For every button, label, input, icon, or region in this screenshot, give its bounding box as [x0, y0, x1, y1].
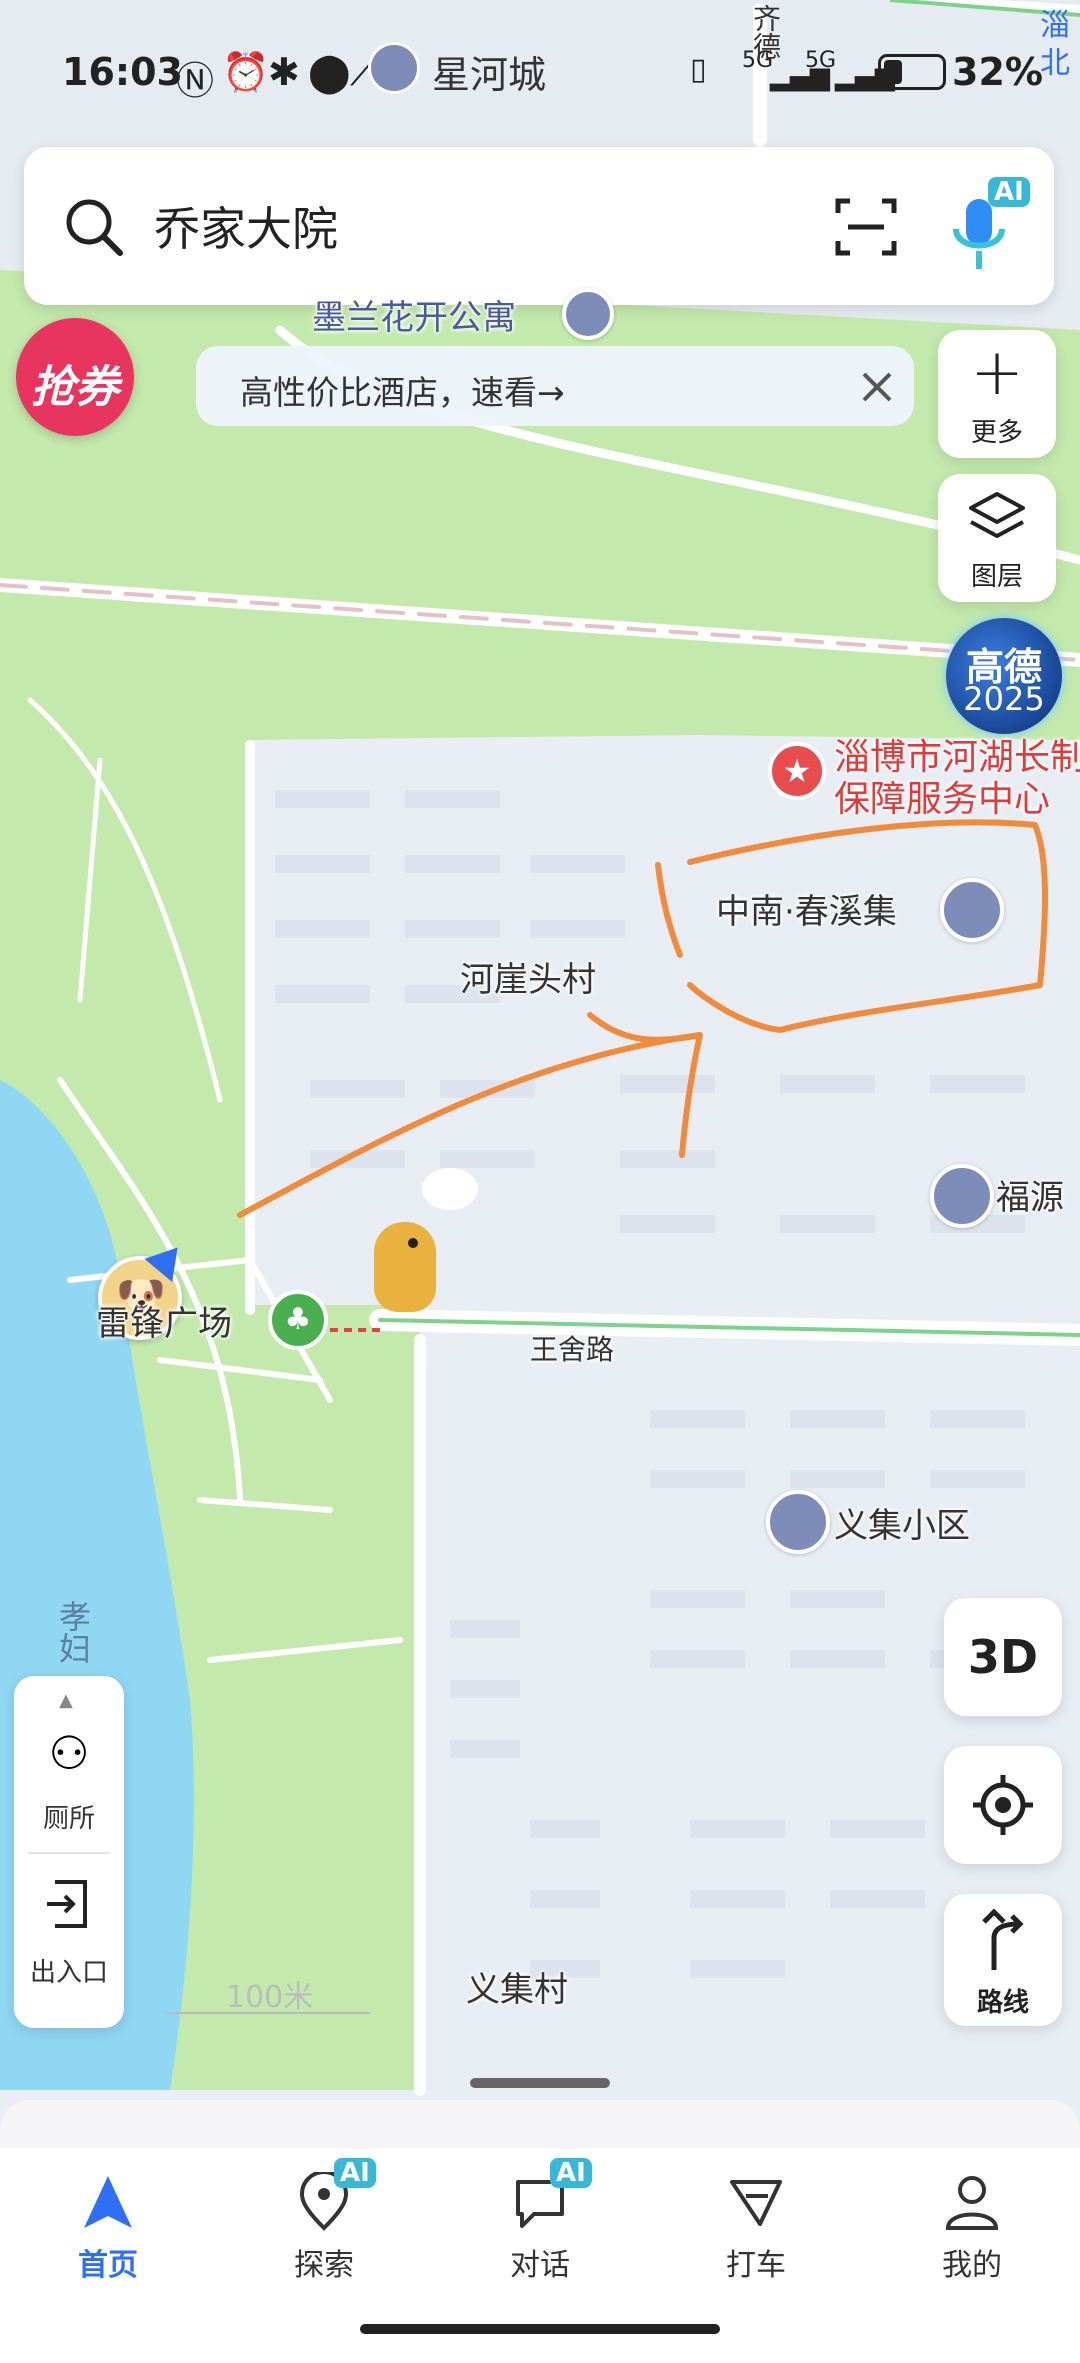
route-label: 路线 — [976, 1988, 1029, 2018]
nav-chat-ai-badge: AI — [550, 2158, 592, 2188]
divider — [28, 1852, 110, 1854]
scale-text: 100米 — [226, 1980, 314, 2015]
nav-explore-ai-badge: AI — [334, 2158, 376, 2188]
poi-yiji-community-icon[interactable] — [766, 1490, 830, 1554]
mode-3d-button[interactable]: 3D — [944, 1598, 1062, 1716]
bottom-sheet[interactable] — [0, 2100, 1080, 2150]
battery-level: 32% — [952, 50, 1043, 94]
park-tree-icon[interactable]: ♣ — [268, 1290, 328, 1350]
poi-yiji-community-label[interactable]: 义集小区 — [834, 1498, 970, 1547]
sheet-drag-handle[interactable] — [470, 2078, 610, 2088]
road-label-north: 齐德 — [749, 4, 782, 60]
signal-1-icon: ▂▄▆ — [770, 62, 830, 92]
layers-label: 图层 — [970, 562, 1023, 592]
hotel-tip-banner[interactable]: 高性价比酒店，速看→ — [196, 346, 914, 426]
route-button[interactable]: 路线 — [944, 1894, 1062, 2026]
vibrate-icon: ▯ — [690, 52, 707, 87]
lake-label: 孝妇 — [54, 1600, 92, 1664]
scan-icon[interactable] — [834, 195, 898, 259]
clock: 16:03 — [62, 50, 183, 94]
nav-profile-label: 我的 — [942, 2248, 1002, 2283]
toilet-label: 厕所 — [42, 1804, 95, 1834]
square-label[interactable]: 雷锋广场 — [96, 1296, 232, 1345]
poi-fuyuan-label[interactable]: 福源 — [996, 1170, 1064, 1219]
layers-button[interactable]: 图层 — [938, 474, 1056, 602]
status-bar: 16:03 Ⓝ ⏰ ✱ ⬤ ⟋ 星河城 ▯ 5G 5G ▂▄▆ ▂▄▆ 32% … — [0, 0, 1080, 140]
nav-home[interactable]: 首页 — [38, 2172, 178, 2284]
nav-chat-label: 对话 — [510, 2248, 570, 2283]
mode-3d-label: 3D — [967, 1630, 1039, 1684]
coupon-button[interactable]: 抢券 — [16, 318, 134, 436]
user-profile-icon — [945, 2176, 999, 2230]
nfc-icon: Ⓝ — [176, 59, 215, 103]
poi-fuyuan-icon[interactable] — [930, 1164, 994, 1228]
nav-profile[interactable]: 我的 — [902, 2172, 1042, 2284]
nav-home-label: 首页 — [78, 2248, 138, 2283]
close-icon[interactable] — [860, 370, 894, 404]
entrance-label: 出入口 — [29, 1958, 108, 1988]
village-yiji-label: 义集村 — [466, 1970, 568, 2010]
voice-ai-badge: AI — [988, 177, 1030, 207]
poi-chunxi-icon[interactable] — [940, 878, 1004, 942]
nav-taxi[interactable]: 打车 — [686, 2172, 826, 2284]
poi-chunxi-label[interactable]: 中南·春溪集 — [716, 884, 897, 933]
more-label: 更多 — [970, 418, 1023, 448]
locate-button[interactable] — [944, 1746, 1062, 1864]
road-wangshe-label: 王舍路 — [530, 1333, 615, 1366]
nav-taxi-label: 打车 — [726, 2248, 786, 2283]
alarm-icon: ⏰ — [222, 50, 270, 94]
map-label-partial-top: 墨兰花开公寓 — [312, 298, 516, 338]
poi-apartment-icon[interactable] — [562, 288, 614, 340]
bluetooth-icon: ✱ — [268, 50, 300, 94]
thought-bubble-icon — [422, 1168, 478, 1210]
brand-line2: 2025 — [963, 680, 1045, 718]
coupon-label: 抢券 — [31, 362, 119, 413]
toilet-icon: ⚇ — [48, 1726, 90, 1780]
search-input[interactable]: 乔家大院 — [154, 193, 338, 259]
route-icon — [982, 1908, 1024, 1970]
village-hyatoucun-label: 河崖头村 — [460, 960, 596, 1000]
brand-2025-badge[interactable]: 高德 2025 — [946, 618, 1062, 734]
mascot-character[interactable] — [360, 1212, 450, 1322]
bottom-nav: 首页 AI 探索 AI 对话 打车 我的 — [0, 2148, 1080, 2363]
poi-service-line2[interactable]: 保障服务中心 — [834, 770, 1050, 822]
nav-explore[interactable]: AI 探索 — [254, 2158, 394, 2284]
search-icon — [66, 199, 123, 256]
search-bar[interactable]: 乔家大院 AI — [24, 147, 1054, 305]
navigation-arrow-icon — [84, 2176, 132, 2228]
nav-explore-label: 探索 — [294, 2248, 354, 2283]
poi-star-icon[interactable]: ★ — [768, 742, 826, 800]
plus-icon: + — [970, 336, 1024, 410]
tip-text: 高性价比酒店，速看→ — [240, 373, 565, 412]
more-button[interactable]: + 更多 — [938, 330, 1056, 458]
left-tool-panel: ▲ ⚇ 厕所 出入口 — [14, 1676, 124, 2028]
collapse-up-icon[interactable]: ▲ — [59, 1690, 73, 1711]
voice-ai-button[interactable]: AI — [946, 177, 1046, 277]
entrance-icon — [47, 1880, 87, 1928]
battery-icon — [878, 54, 946, 90]
toilet-button[interactable]: ⚇ 厕所 — [14, 1720, 124, 1852]
locate-icon — [973, 1775, 1033, 1835]
map-label-partial-right-2: 北 — [1040, 46, 1070, 81]
nav-chat[interactable]: AI 对话 — [470, 2158, 610, 2284]
location-icon: ⬤ — [308, 50, 351, 94]
layers-icon — [969, 492, 1025, 538]
place-label: 星河城 — [432, 53, 547, 97]
entrance-button[interactable]: 出入口 — [14, 1872, 124, 2004]
poi-xinghe-icon — [368, 42, 420, 94]
home-indicator[interactable] — [360, 2324, 720, 2334]
taxi-icon — [730, 2180, 782, 2226]
